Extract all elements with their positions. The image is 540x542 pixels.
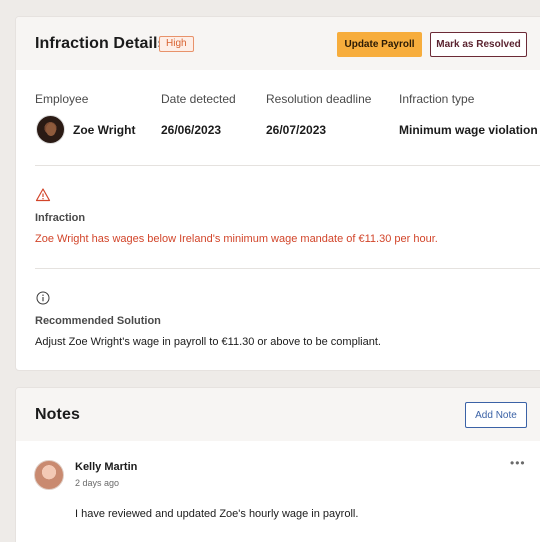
note-text: I have reviewed and updated Zoe's hourly… bbox=[75, 508, 359, 520]
resolution-deadline-value: 26/07/2023 bbox=[266, 123, 327, 137]
employee-column-label: Employee bbox=[35, 92, 89, 106]
infraction-section-label: Infraction bbox=[35, 212, 86, 224]
employee-name[interactable]: Zoe Wright bbox=[73, 123, 135, 137]
notes-title: Notes bbox=[35, 406, 80, 423]
mark-as-resolved-button[interactable]: Mark as Resolved bbox=[430, 32, 527, 57]
update-payroll-button[interactable]: Update Payroll bbox=[337, 32, 422, 57]
infraction-title: Infraction Details bbox=[35, 35, 167, 52]
date-detected-column-label: Date detected bbox=[161, 92, 236, 106]
divider bbox=[35, 268, 540, 269]
note-timestamp: 2 days ago bbox=[75, 478, 120, 488]
infraction-type-column-label: Infraction type bbox=[399, 92, 475, 106]
severity-badge: High bbox=[159, 36, 194, 52]
notes-header: Notes Add Note bbox=[16, 388, 540, 441]
add-note-button[interactable]: Add Note bbox=[465, 402, 527, 428]
recommended-solution-label: Recommended Solution bbox=[35, 315, 161, 327]
note-author: Kelly Martin bbox=[75, 461, 138, 473]
infraction-header: Infraction Details High Update Payroll M… bbox=[16, 17, 540, 70]
recommended-solution-text: Adjust Zoe Wright's wage in payroll to €… bbox=[35, 336, 381, 348]
note-author-avatar bbox=[34, 460, 64, 490]
notes-card: Notes Add Note Kelly Martin 2 days ago •… bbox=[15, 387, 540, 542]
infraction-type-value: Minimum wage violation bbox=[399, 123, 538, 137]
info-icon bbox=[36, 291, 50, 305]
infraction-details-card: Infraction Details High Update Payroll M… bbox=[15, 16, 540, 371]
infraction-description: Zoe Wright has wages below Ireland's min… bbox=[35, 233, 438, 245]
date-detected-value: 26/06/2023 bbox=[161, 123, 222, 137]
more-options-icon[interactable]: ••• bbox=[510, 456, 526, 470]
warning-icon bbox=[35, 188, 51, 202]
resolution-deadline-column-label: Resolution deadline bbox=[266, 92, 372, 106]
employee-avatar bbox=[36, 115, 65, 144]
divider bbox=[35, 165, 540, 166]
